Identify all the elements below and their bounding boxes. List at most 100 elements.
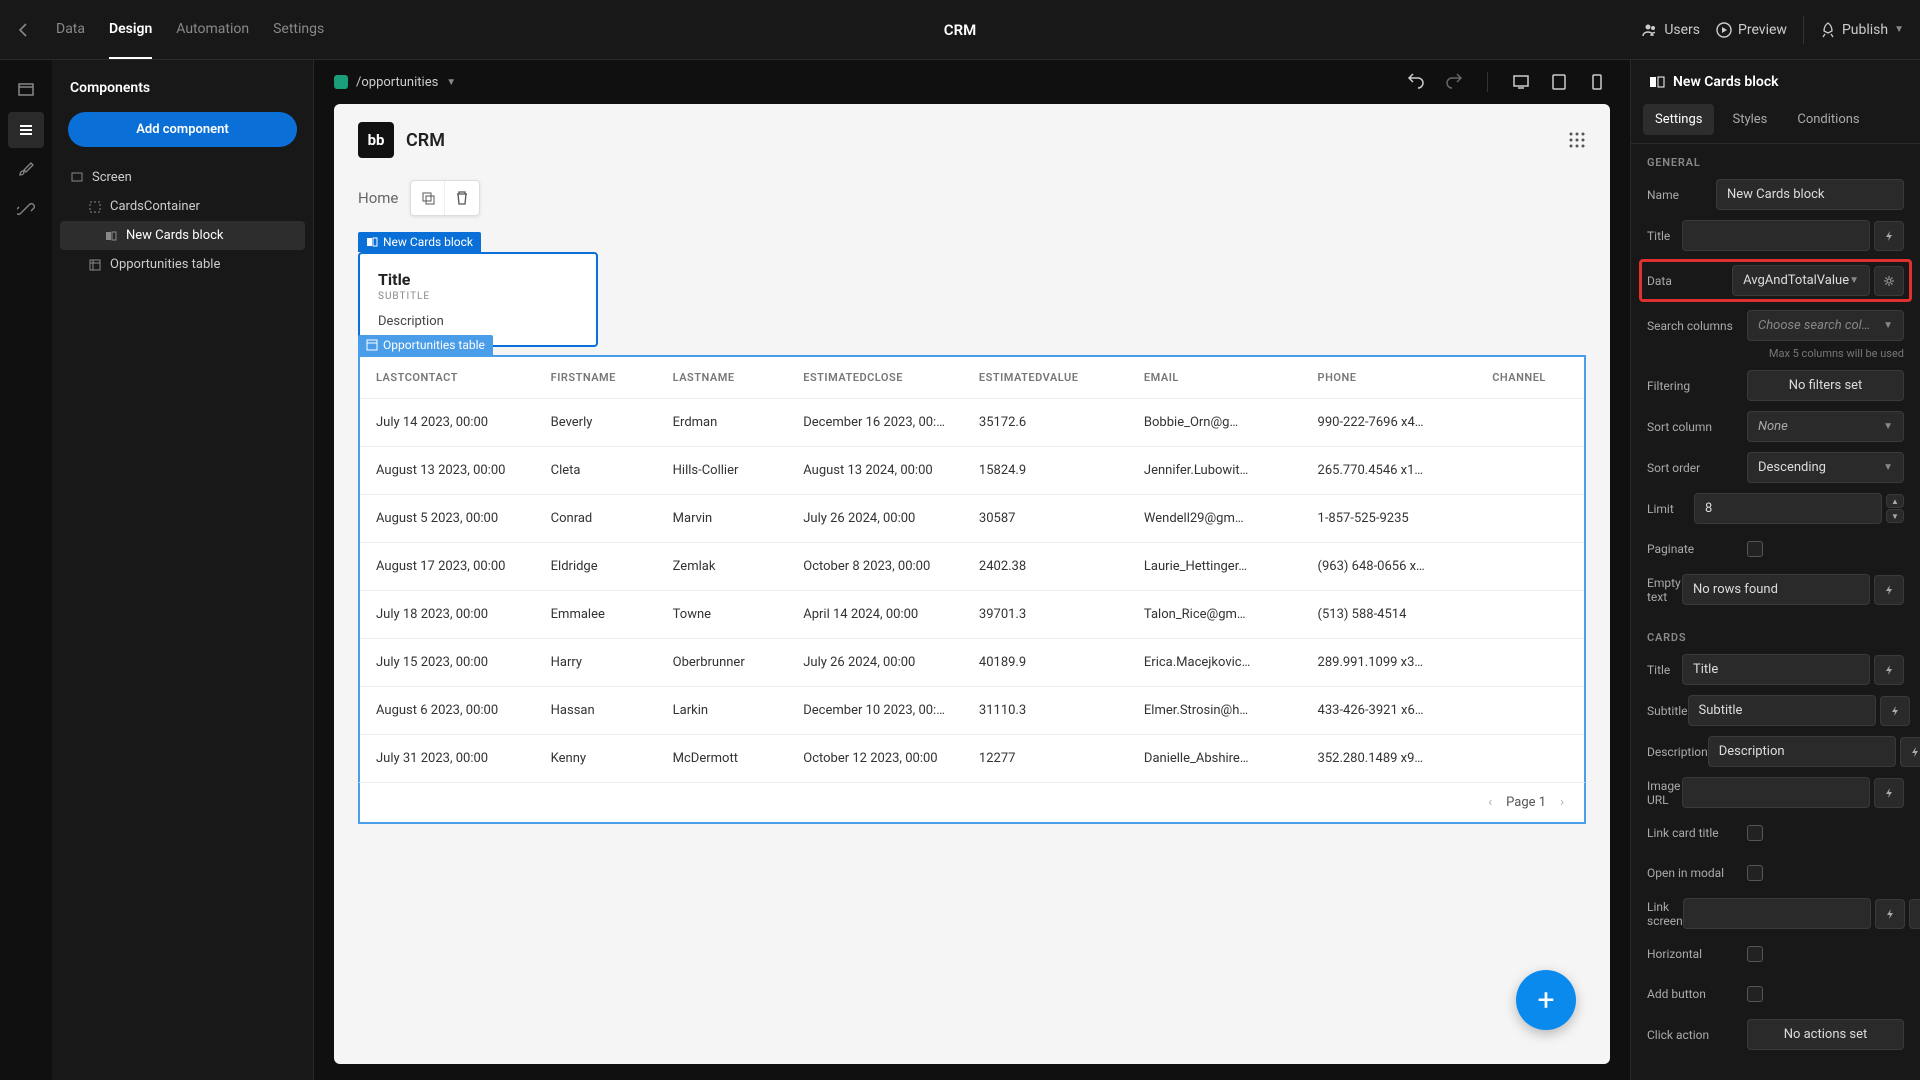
table-header[interactable]: LASTNAME: [657, 356, 788, 399]
viewport-tablet[interactable]: [1546, 69, 1572, 95]
data-settings-button[interactable]: [1874, 266, 1904, 296]
table-header[interactable]: ESTIMATEDCLOSE: [787, 356, 963, 399]
tree-new-cards-block[interactable]: New Cards block: [60, 221, 305, 250]
table-header[interactable]: CHANNEL: [1476, 356, 1585, 399]
table-cell: August 17 2023, 00:00: [359, 543, 535, 591]
check-link-card-title[interactable]: [1747, 825, 1763, 841]
input-subtitle[interactable]: [1688, 695, 1876, 726]
undo-button[interactable]: [1403, 69, 1429, 95]
check-add-button[interactable]: [1747, 986, 1763, 1002]
tool-screen[interactable]: [8, 72, 44, 108]
binding-button[interactable]: [1874, 575, 1904, 605]
table-cell: Laurie_Hettinger…: [1128, 543, 1302, 591]
tool-components[interactable]: [8, 112, 44, 148]
table-row[interactable]: July 15 2023, 00:00HarryOberbrunnerJuly …: [359, 639, 1585, 687]
table-cell: 39701.3: [963, 591, 1128, 639]
publish-button[interactable]: Publish ▼: [1820, 22, 1904, 38]
list-icon: [17, 121, 35, 139]
app-menu-button[interactable]: [1568, 131, 1586, 149]
back-button[interactable]: [16, 22, 40, 38]
select-data[interactable]: AvgAndTotalValue▼: [1732, 265, 1870, 296]
page-next[interactable]: ›: [1560, 795, 1564, 810]
table-row[interactable]: August 13 2023, 00:00CletaHills-CollierA…: [359, 447, 1585, 495]
input-link-screen[interactable]: [1683, 898, 1871, 929]
table-row[interactable]: July 18 2023, 00:00EmmaleeTowneApril 14 …: [359, 591, 1585, 639]
left-heading: Components: [60, 72, 305, 112]
add-component-button[interactable]: Add component: [68, 112, 297, 147]
tree-opportunities-table[interactable]: Opportunities table: [60, 250, 305, 279]
lightning-icon: [1884, 908, 1896, 920]
rtab-conditions[interactable]: Conditions: [1785, 104, 1871, 135]
tree-screen[interactable]: Screen: [60, 163, 305, 192]
input-image-url[interactable]: [1682, 777, 1870, 808]
input-empty-text[interactable]: [1682, 574, 1870, 605]
tab-data[interactable]: Data: [56, 1, 85, 59]
card-preview[interactable]: Title SUBTITLE Description: [358, 252, 598, 347]
desktop-icon: [1512, 73, 1530, 91]
rtab-settings[interactable]: Settings: [1643, 104, 1714, 135]
redo-button[interactable]: [1441, 69, 1467, 95]
table-cell: Harry: [535, 639, 657, 687]
tab-automation[interactable]: Automation: [176, 1, 249, 59]
select-filtering[interactable]: No filters set: [1747, 370, 1904, 401]
breadcrumb-home[interactable]: Home: [358, 189, 398, 207]
binding-button[interactable]: [1874, 655, 1904, 685]
viewport-mobile[interactable]: [1584, 69, 1610, 95]
binding-button[interactable]: [1880, 696, 1910, 726]
row-data: Data AvgAndTotalValue▼: [1641, 261, 1910, 300]
input-title[interactable]: [1682, 220, 1870, 251]
table-header[interactable]: FIRSTNAME: [535, 356, 657, 399]
lbl-sort-order: Sort order: [1647, 461, 1747, 475]
page-prev[interactable]: ‹: [1488, 795, 1492, 810]
limit-stepper[interactable]: ▲▼: [1886, 494, 1904, 523]
app-title: CRM: [944, 21, 976, 39]
table-row[interactable]: August 6 2023, 00:00HassanLarkinDecember…: [359, 687, 1585, 735]
table-cell: Kenny: [535, 735, 657, 783]
delete-button[interactable]: [445, 181, 479, 215]
table-cell: [1476, 399, 1585, 447]
tab-settings[interactable]: Settings: [273, 1, 324, 59]
tree-cards-container[interactable]: CardsContainer: [60, 192, 305, 221]
binding-button[interactable]: [1874, 221, 1904, 251]
table-row[interactable]: August 5 2023, 00:00ConradMarvinJuly 26 …: [359, 495, 1585, 543]
select-sort-column[interactable]: None▼: [1747, 411, 1904, 442]
users-button[interactable]: Users: [1642, 22, 1700, 38]
select-search-columns[interactable]: Choose search col…▼: [1747, 310, 1904, 341]
table-header[interactable]: LASTCONTACT: [359, 356, 535, 399]
input-name[interactable]: [1716, 179, 1904, 210]
table-header[interactable]: EMAIL: [1128, 356, 1302, 399]
link-icon: [17, 201, 35, 219]
table-row[interactable]: July 14 2023, 00:00BeverlyErdmanDecember…: [359, 399, 1585, 447]
tool-theme[interactable]: [8, 152, 44, 188]
cards-block[interactable]: New Cards block Title SUBTITLE Descripti…: [358, 252, 1586, 347]
input-card-title[interactable]: [1682, 654, 1870, 685]
table-header[interactable]: PHONE: [1302, 356, 1477, 399]
fab-add[interactable]: +: [1516, 970, 1576, 1030]
input-description[interactable]: [1708, 736, 1896, 767]
binding-button[interactable]: [1874, 778, 1904, 808]
select-click-action[interactable]: No actions set: [1747, 1019, 1904, 1050]
check-horizontal[interactable]: [1747, 946, 1763, 962]
table-cell: 12277: [963, 735, 1128, 783]
table-block[interactable]: Opportunities table LASTCONTACTFIRSTNAME…: [358, 355, 1586, 824]
tab-design[interactable]: Design: [109, 1, 152, 59]
rtab-styles[interactable]: Styles: [1720, 104, 1779, 135]
tree-new-cards-block-label: New Cards block: [126, 228, 224, 243]
page-selector[interactable]: /opportunities ▼: [334, 75, 456, 90]
preview-button[interactable]: Preview: [1716, 22, 1787, 38]
table-cell: December 10 2023, 00:00: [787, 687, 963, 735]
duplicate-button[interactable]: [411, 181, 445, 215]
binding-button[interactable]: [1900, 737, 1920, 767]
table-row[interactable]: August 17 2023, 00:00EldridgeZemlakOctob…: [359, 543, 1585, 591]
input-limit[interactable]: [1694, 493, 1882, 524]
viewport-desktop[interactable]: [1508, 69, 1534, 95]
tool-links[interactable]: [8, 192, 44, 228]
select-sort-order[interactable]: Descending▼: [1747, 452, 1904, 483]
table-row[interactable]: July 31 2023, 00:00KennyMcDermottOctober…: [359, 735, 1585, 783]
binding-button[interactable]: [1875, 899, 1905, 929]
check-open-modal[interactable]: [1747, 865, 1763, 881]
link-screen-dropdown[interactable]: ▼: [1909, 899, 1920, 929]
check-paginate[interactable]: [1747, 541, 1763, 557]
canvas[interactable]: bb CRM Home New Cards block: [334, 104, 1610, 1064]
table-header[interactable]: ESTIMATEDVALUE: [963, 356, 1128, 399]
